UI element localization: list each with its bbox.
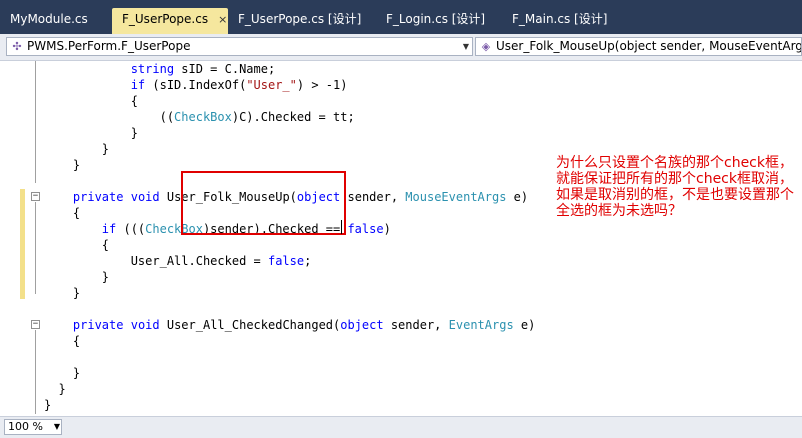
method-icon: ◈	[481, 40, 491, 53]
code-line[interactable]: }	[44, 125, 138, 141]
editor-gutter	[0, 61, 20, 416]
document-tab-bar: MyModule.cs F_UserPope.cs × F_UserPope.cs…	[0, 0, 802, 34]
collapse-icon[interactable]: −	[31, 192, 40, 201]
code-line[interactable]: }	[44, 141, 109, 157]
close-icon[interactable]: ×	[218, 13, 227, 26]
code-line[interactable]: {	[44, 205, 80, 221]
member-dropdown-value: User_Folk_MouseUp(object sender, MouseEv…	[496, 39, 802, 53]
zoom-value: 100 %	[8, 420, 43, 433]
code-line[interactable]: private void User_All_CheckedChanged(obj…	[44, 317, 535, 333]
navigation-bar: ✣ PWMS.PerForm.F_UserPope ▼ ◈ User_Folk_Mo…	[0, 34, 802, 61]
code-line[interactable]: string sID = C.Name;	[44, 61, 276, 77]
status-bar: 100 % ▼	[0, 416, 802, 438]
code-line[interactable]: }	[44, 381, 65, 397]
collapse-icon[interactable]: −	[31, 320, 40, 329]
outline-guide	[35, 330, 36, 414]
code-line[interactable]: }	[44, 285, 80, 301]
tab-label: F_Login.cs [设计]	[386, 12, 486, 26]
tab-f-userpope-code[interactable]: F_UserPope.cs ×	[112, 8, 228, 34]
class-dropdown[interactable]: ✣ PWMS.PerForm.F_UserPope ▼	[6, 37, 473, 56]
tab-label: F_UserPope.cs [设计]	[238, 12, 362, 26]
tab-f-main-design[interactable]: F_Main.cs [设计]	[506, 8, 636, 30]
outline-guide	[35, 61, 36, 183]
tab-label: F_Main.cs [设计]	[512, 12, 608, 26]
tab-f-userpope-design[interactable]: F_UserPope.cs [设计]	[228, 8, 378, 30]
tab-label: MyModule.cs	[10, 12, 88, 26]
highlight-rectangle	[181, 171, 346, 235]
modified-lines-marker	[20, 189, 25, 299]
chevron-down-icon[interactable]: ▼	[460, 38, 472, 55]
class-icon: ✣	[12, 40, 22, 53]
text-caret	[341, 220, 342, 234]
chevron-down-icon[interactable]: ▼	[54, 420, 60, 434]
annotation-text: 为什么只设置个名族的那个check框，就能保证把所有的那个check框取消，如果…	[556, 155, 794, 219]
tab-label: F_UserPope.cs	[122, 12, 209, 26]
code-line[interactable]: if (sID.IndexOf("User_") > -1)	[44, 77, 348, 93]
change-tracking-bar	[20, 61, 25, 416]
code-line[interactable]: {	[44, 333, 80, 349]
code-line[interactable]: User_All.Checked = false;	[44, 253, 312, 269]
outline-guide	[35, 202, 36, 294]
code-line[interactable]: }	[44, 365, 80, 381]
code-line[interactable]: {	[44, 237, 109, 253]
code-line[interactable]: ((CheckBox)C).Checked = tt;	[44, 109, 355, 125]
code-editor[interactable]: − − string sID = C.Name; if (sID.IndexOf…	[0, 61, 802, 416]
code-line[interactable]: }	[44, 397, 51, 413]
code-line[interactable]: {	[44, 93, 138, 109]
code-line[interactable]: }	[44, 157, 80, 173]
class-dropdown-value: PWMS.PerForm.F_UserPope	[27, 39, 191, 53]
member-dropdown[interactable]: ◈ User_Folk_MouseUp(object sender, MouseE…	[475, 37, 802, 56]
tab-f-login-design[interactable]: F_Login.cs [设计]	[378, 8, 506, 30]
zoom-dropdown[interactable]: 100 % ▼	[4, 419, 62, 435]
tab-mymodule[interactable]: MyModule.cs	[0, 8, 112, 30]
code-line[interactable]: }	[44, 269, 109, 285]
